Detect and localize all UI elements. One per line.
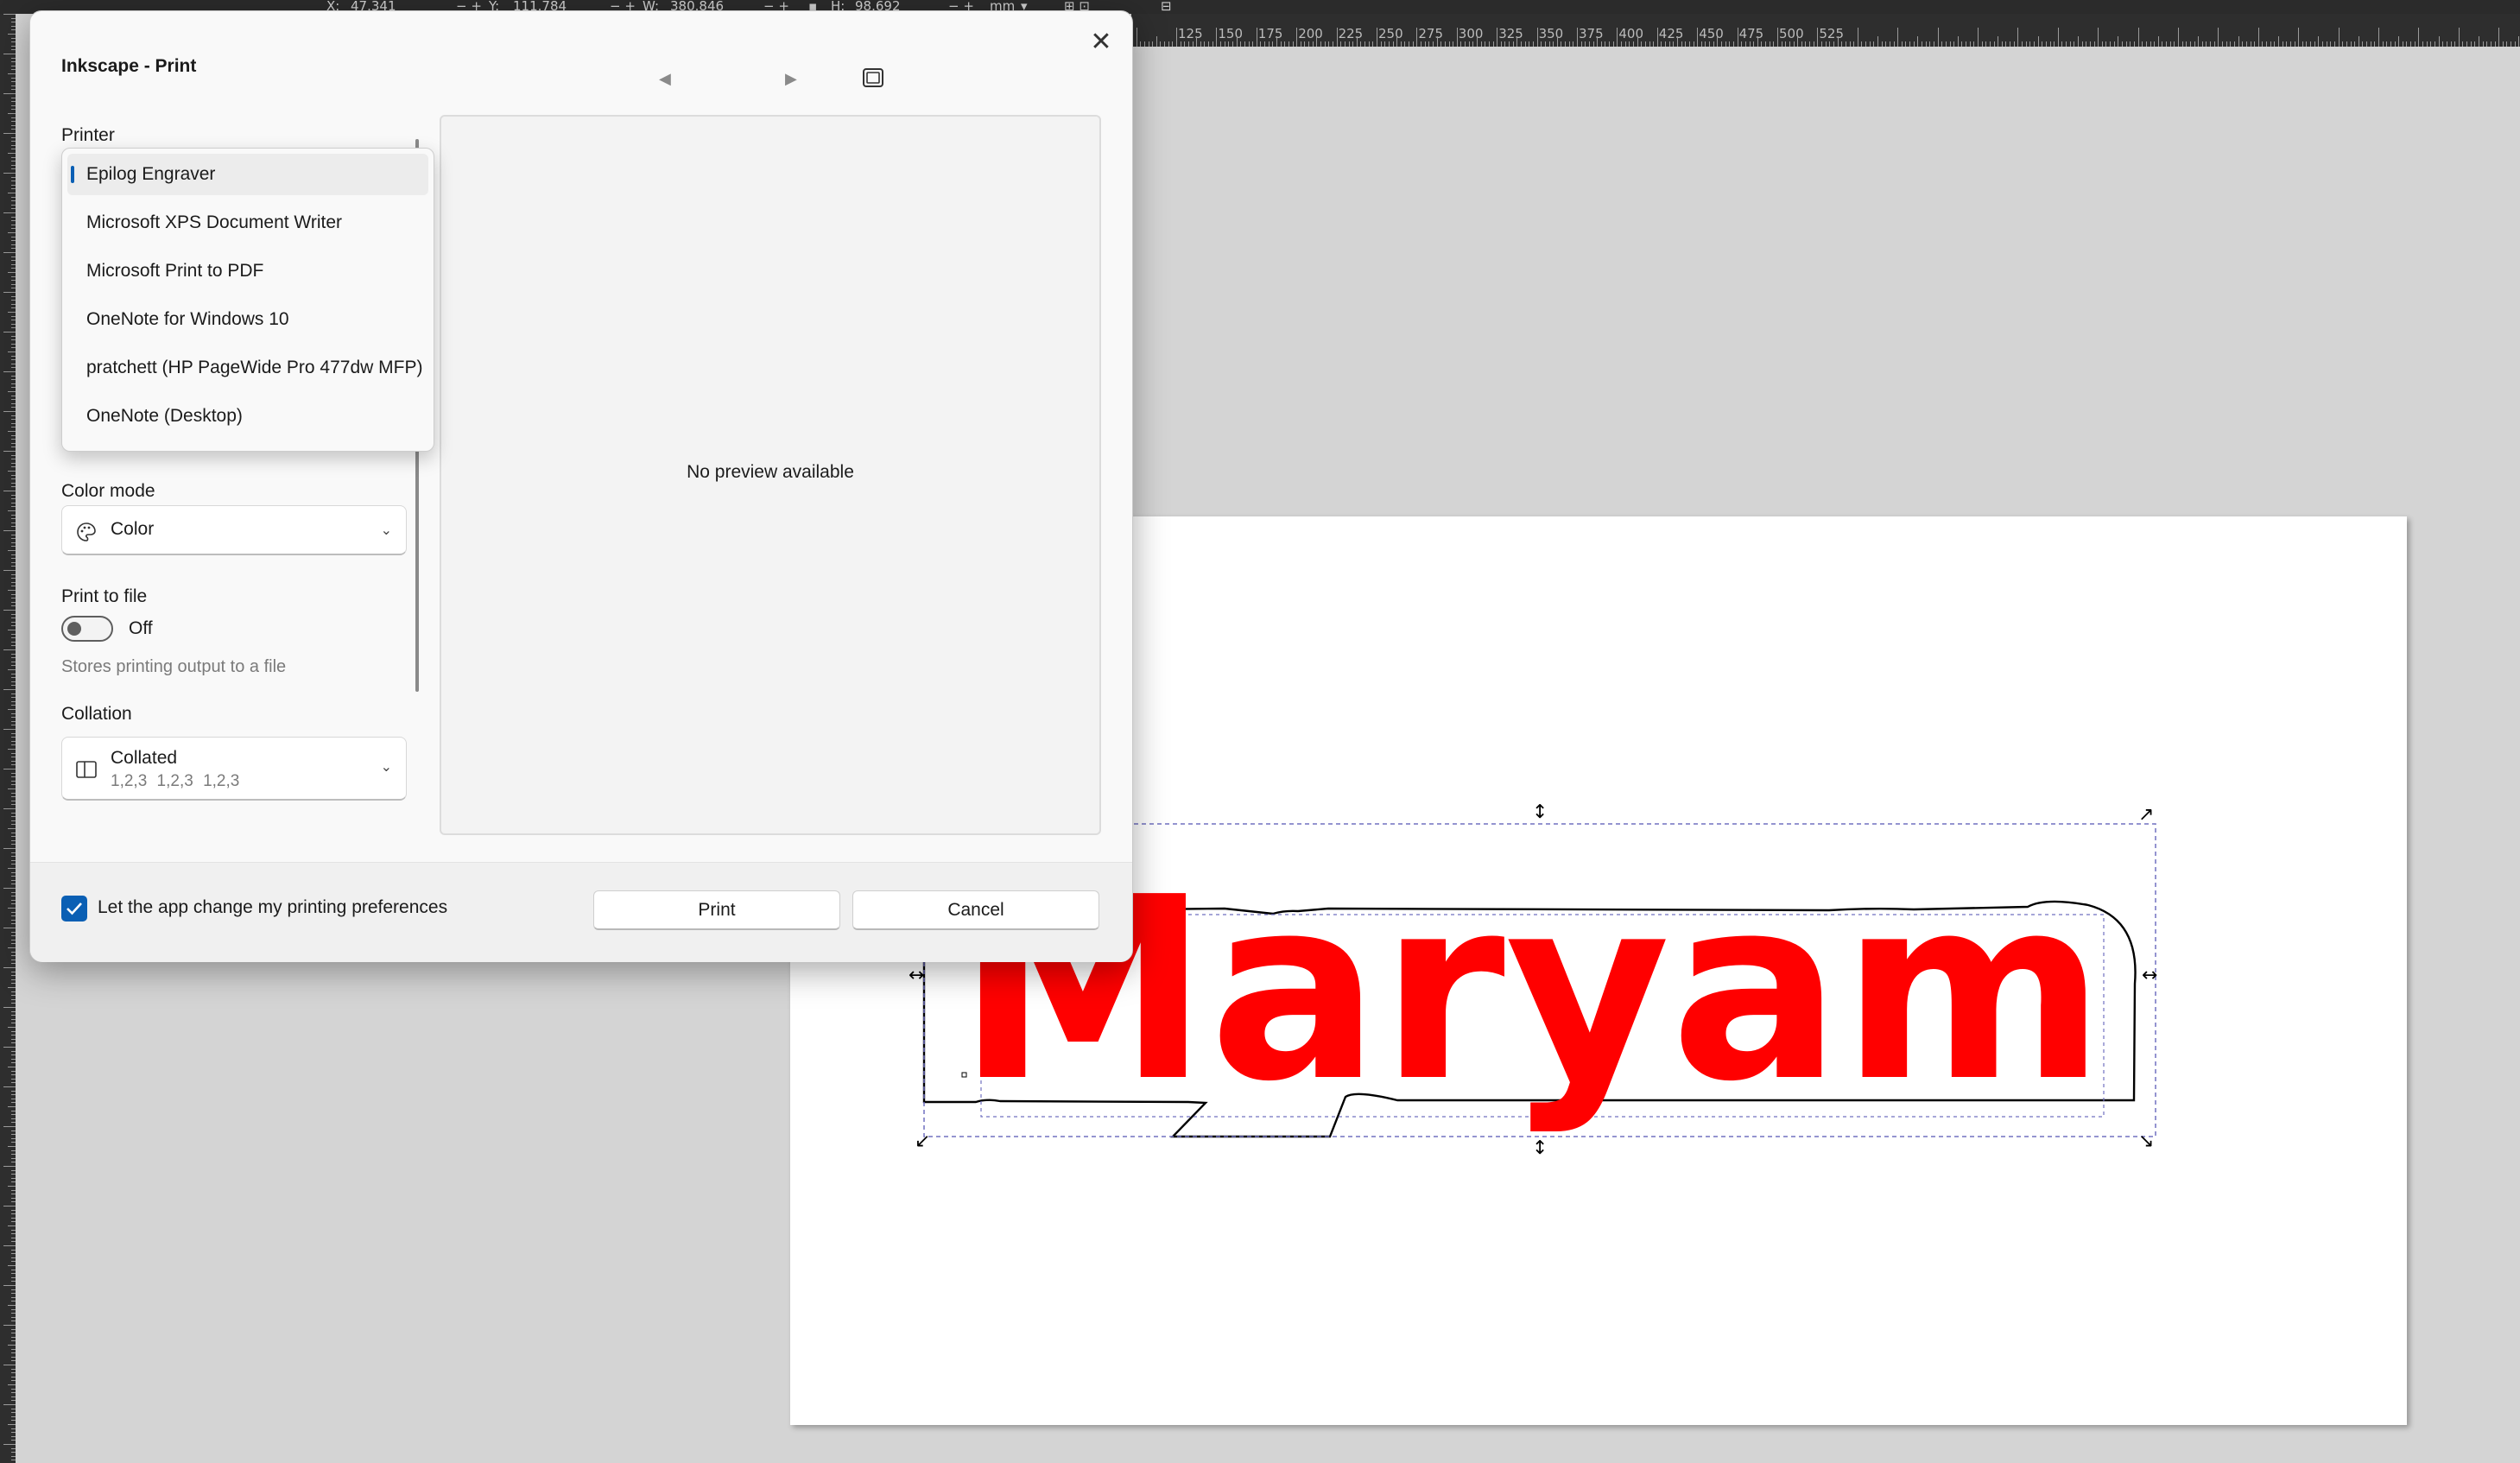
chevron-down-icon: ⌄ [380,760,392,775]
printer-option[interactable]: Microsoft Print to PDF [67,250,428,292]
color-mode-value: Color [111,519,155,539]
print-dialog: Inkscape - Print ✕ ◀ ▶ Printer Color mod… [29,10,1133,962]
ruler-label: 125 [1178,26,1203,41]
ruler-label: 175 [1257,26,1283,41]
print-button[interactable]: Print [593,890,840,930]
print-preview: No preview available [440,115,1101,835]
svg-text:↗: ↗ [2138,804,2154,826]
cancel-button[interactable]: Cancel [852,890,1099,930]
ruler-label: 375 [1579,26,1604,41]
printer-option-label: Microsoft XPS Document Writer [86,212,343,232]
collation-detail: 1,2,3 1,2,3 1,2,3 [111,772,240,790]
printer-option[interactable]: OneNote for Windows 10 [67,299,428,340]
ruler-label: 250 [1378,26,1403,41]
print-to-file-description: Stores printing output to a file [61,657,287,676]
printer-option-label: Microsoft Print to PDF [86,261,264,281]
ruler-label: 225 [1338,26,1364,41]
collation-value: Collated [111,748,178,768]
ruler-label: 275 [1418,26,1444,41]
snap-icon[interactable]: ⊟ [1161,0,1172,14]
ruler-label: 325 [1498,26,1523,41]
printer-option-label: pratchett (HP PageWide Pro 477dw MFP) [86,358,423,377]
color-mode-select[interactable]: Color ⌄ [61,505,407,555]
svg-text:↘: ↘ [2138,1130,2154,1152]
close-icon[interactable]: ✕ [1084,25,1118,60]
ruler-label: 150 [1218,26,1244,41]
printer-option[interactable]: OneNote (Desktop) [67,396,428,437]
color-mode-label: Color mode [61,481,155,501]
palette-icon [77,522,96,542]
preferences-checkbox-label[interactable]: Let the app change my printing preferenc… [98,897,447,918]
preferences-checkbox[interactable] [61,896,87,922]
checkmark-icon [66,902,82,915]
printer-option-label: OneNote for Windows 10 [86,309,289,329]
previous-page-icon[interactable]: ◀ [659,70,671,88]
fit-page-icon[interactable] [863,68,883,87]
printer-option-label: Epilog Engraver [86,164,216,184]
printer-dropdown-list[interactable]: Epilog Engraver Microsoft XPS Document Wr… [61,148,434,452]
preview-message: No preview available [687,462,854,482]
svg-text:↕: ↕ [1532,801,1548,823]
ruler-label: 300 [1458,26,1484,41]
ruler-label: 500 [1779,26,1804,41]
ruler-label: 425 [1658,26,1684,41]
dialog-title: Inkscape - Print [61,56,197,76]
selection-indicator [71,166,74,183]
collation-label: Collation [61,704,132,724]
vertical-ruler[interactable] [0,14,16,1463]
svg-text:↔: ↔ [2142,965,2157,986]
ruler-label: 450 [1699,26,1724,41]
ruler-label: 200 [1298,26,1323,41]
ruler-label: 400 [1618,26,1644,41]
printer-option[interactable]: Epilog Engraver [67,154,428,195]
print-to-file-label: Print to file [61,586,148,606]
ruler-label: 475 [1738,26,1764,41]
svg-text:↕: ↕ [1532,1137,1548,1159]
svg-text:↔: ↔ [909,965,924,986]
ruler-label: 525 [1819,26,1845,41]
chevron-down-icon: ⌄ [380,523,392,538]
collation-select[interactable]: Collated 1,2,3 1,2,3 1,2,3 ⌄ [61,737,407,801]
printer-option-label: OneNote (Desktop) [86,406,243,426]
printer-option[interactable]: Microsoft XPS Document Writer [67,202,428,244]
svg-text:↙: ↙ [915,1130,930,1152]
printer-option[interactable]: pratchett (HP PageWide Pro 477dw MFP) [67,347,428,389]
print-to-file-toggle[interactable] [61,616,113,642]
printer-label: Printer [61,125,115,145]
print-to-file-state: Off [129,618,153,638]
ruler-label: 350 [1538,26,1564,41]
collate-icon [76,761,97,778]
horizontal-ruler[interactable]: 125 150 175 200 225 250 275 300 325 350 375 400 425 4… [1131,14,2520,47]
next-page-icon[interactable]: ▶ [785,70,797,88]
